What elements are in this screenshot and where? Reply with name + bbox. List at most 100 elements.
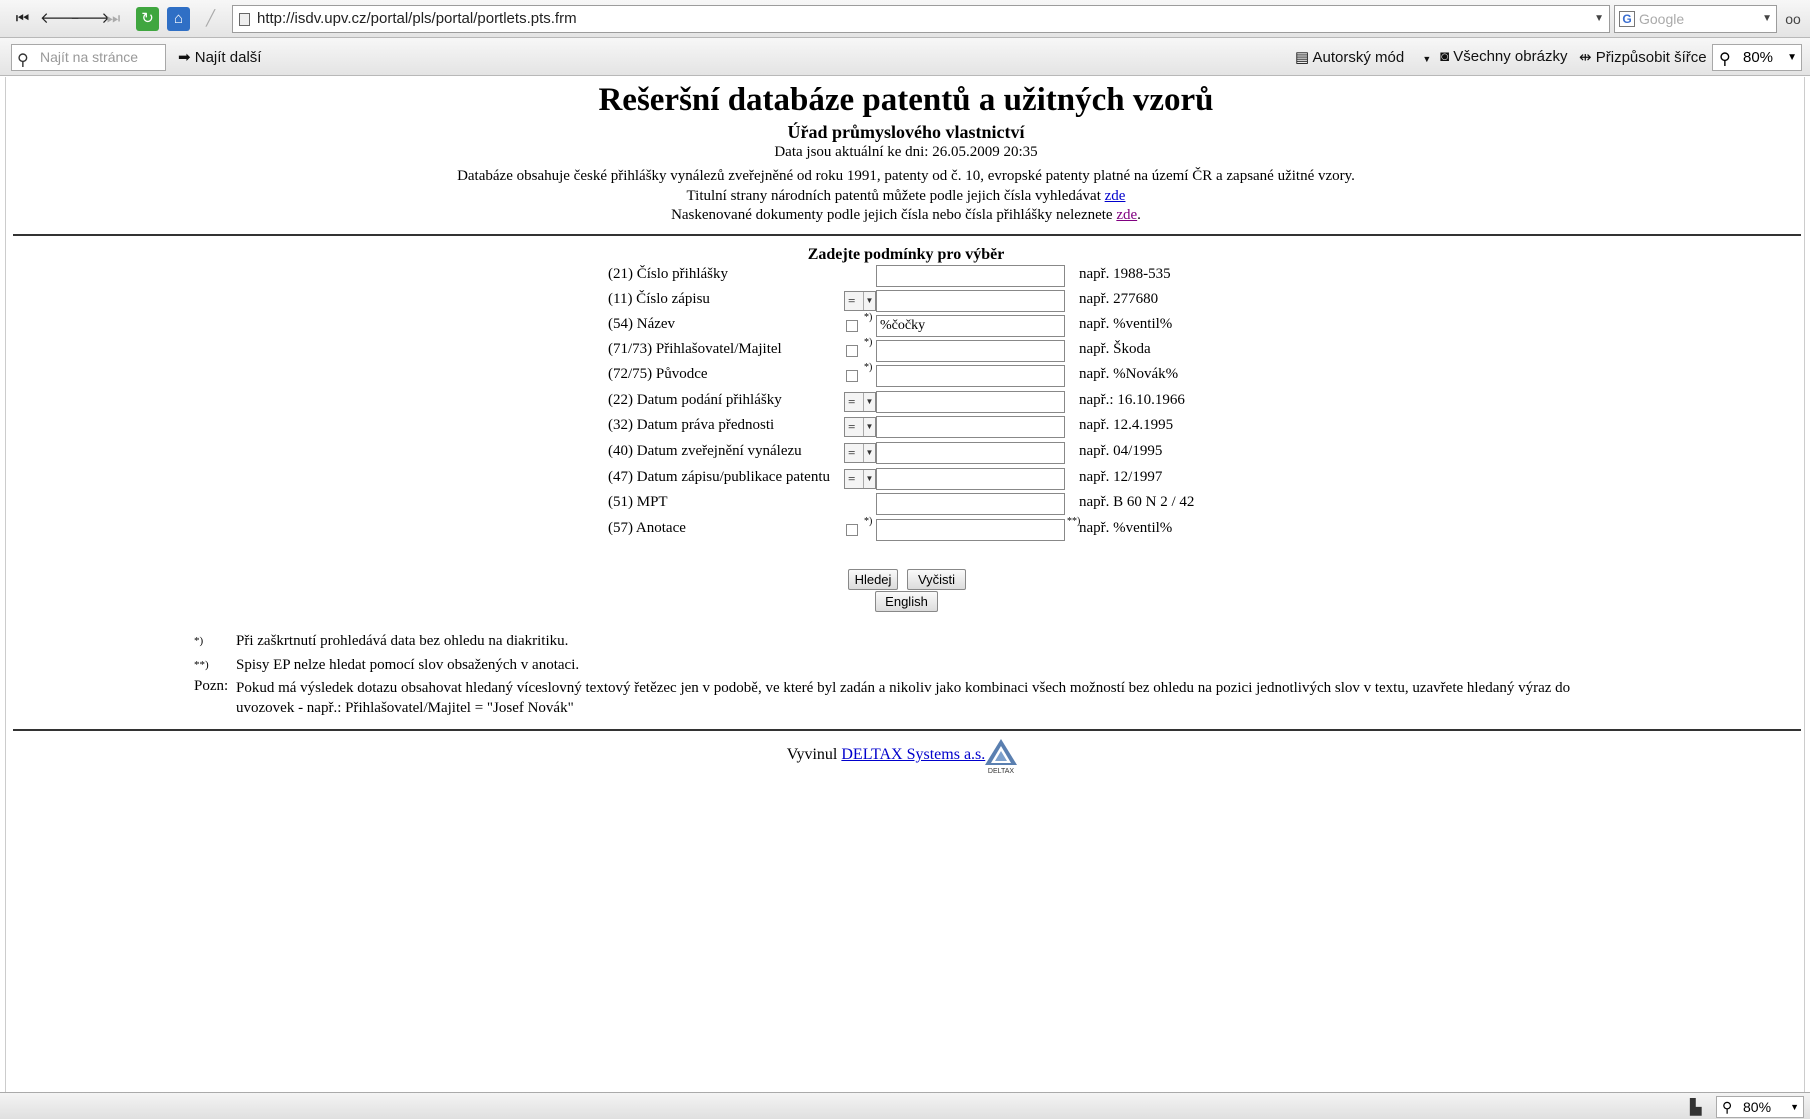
chevron-down-icon[interactable]: ▼ — [1422, 54, 1431, 64]
find-placeholder: Najít na stránce — [40, 49, 139, 65]
example-text: např. %ventil% — [1079, 316, 1173, 332]
example-text: např. 12/1997 — [1079, 469, 1163, 485]
label-application-number: (21) Číslo přihlášky — [608, 266, 728, 282]
example-text: např. %Novák% — [1079, 366, 1179, 382]
diacritics-checkbox[interactable] — [846, 524, 858, 536]
label-priority-date: (32) Datum práva přednosti — [608, 417, 775, 433]
example-text: např. 1988-535 — [1079, 266, 1171, 282]
originator-input[interactable] — [876, 365, 1065, 387]
operator-value: = — [848, 293, 856, 308]
find-next-button[interactable]: ➡ Najít další — [178, 48, 261, 66]
document-icon: ▤ — [1295, 49, 1310, 66]
mark-single: *) — [864, 337, 873, 348]
reload-icon[interactable]: ↻ — [136, 7, 159, 31]
example-text: např. 12.4.1995 — [1079, 417, 1174, 433]
page-subtitle: Úřad průmyslového vlastnictví — [787, 122, 1025, 142]
registration-date-input[interactable] — [876, 468, 1065, 490]
find-input[interactable]: ⚲ Najít na stránce — [11, 44, 166, 71]
author-mode-button[interactable]: ▤ Autorský mód ▼ — [1295, 48, 1431, 66]
status-zoom-select[interactable]: ⚲ 80% ▼ — [1716, 1096, 1804, 1118]
find-next-label: Najít další — [194, 49, 262, 66]
find-toolbar: ⚲ Najít na stránce ➡ Najít další ▤ Autor… — [0, 38, 1810, 76]
note-quotes: Pokud má výsledek dotazu obsahovat hleda… — [236, 680, 1571, 716]
example-text: např.: 16.10.1966 — [1079, 392, 1185, 408]
fit-width-icon: ⇹ — [1579, 49, 1592, 66]
label-registration-date: (47) Datum zápisu/publikace patentu — [608, 469, 831, 485]
all-images-button[interactable]: ◙ Všechny obrázky — [1440, 48, 1567, 65]
label-publication-date: (40) Datum zveřejnění vynálezu — [608, 443, 802, 459]
operator-select[interactable]: = ▼ — [844, 443, 876, 463]
diacritics-checkbox[interactable] — [846, 320, 858, 332]
operator-select[interactable]: = ▼ — [844, 392, 876, 412]
filing-date-input[interactable] — [876, 391, 1065, 413]
zoom-icon: ⚲ — [1719, 51, 1731, 68]
applicant-input[interactable] — [876, 340, 1065, 362]
address-bar[interactable]: http://isdv.upv.cz/portal/pls/portal/por… — [232, 5, 1610, 33]
registration-number-input[interactable] — [876, 290, 1065, 312]
footer: Vyvinul DELTAX Systems a.s. — [6, 746, 1806, 764]
national-patents-text: Titulní strany národních patentů můžete … — [686, 188, 1105, 204]
fit-width-button[interactable]: ⇹ Přizpůsobit šířce — [1579, 48, 1707, 66]
chevron-down-icon[interactable]: ▼ — [1787, 45, 1797, 70]
all-images-label: Všechny obrázky — [1453, 48, 1568, 65]
chevron-down-icon: ▼ — [863, 292, 875, 310]
label-annotation: (57) Anotace — [608, 520, 686, 536]
national-patents-link[interactable]: zde — [1105, 188, 1126, 204]
forward-icon[interactable]: 🡒 — [70, 7, 110, 31]
mark-single: *) — [864, 362, 873, 373]
title-input[interactable]: %čočky — [876, 315, 1065, 337]
deltax-link[interactable]: DELTAX Systems a.s. — [841, 746, 985, 763]
search-button[interactable]: Hledej — [848, 569, 898, 590]
chevron-down-icon: ▼ — [863, 470, 875, 488]
status-zoom-value: 80% — [1743, 1099, 1772, 1115]
clear-button[interactable]: Vyčisti — [907, 569, 966, 590]
back-icon[interactable]: 🡐 — [40, 7, 80, 31]
footer-text: Vyvinul — [786, 746, 842, 763]
google-icon: G — [1619, 11, 1635, 27]
english-button[interactable]: English — [875, 591, 938, 612]
annotation-input[interactable] — [876, 519, 1065, 541]
chevron-down-icon[interactable]: ▼ — [1790, 1097, 1799, 1117]
scanned-docs-text: Naskenované dokumenty podle jejich čísla… — [671, 207, 1117, 223]
search-icon: ⚲ — [17, 52, 29, 69]
first-page-icon[interactable]: ⏮ — [10, 7, 35, 31]
chevron-down-icon[interactable]: ▼ — [1594, 6, 1604, 32]
edit-icon[interactable]: ╱ — [198, 7, 223, 31]
scanned-docs-link[interactable]: zde — [1116, 207, 1137, 223]
note-symbol: *) — [194, 635, 204, 647]
zoom-select[interactable]: ⚲ 80% ▼ — [1712, 44, 1802, 71]
mpt-input[interactable] — [876, 493, 1065, 515]
glasses-icon[interactable]: oo — [1780, 7, 1806, 31]
application-number-input[interactable] — [876, 265, 1065, 287]
form-heading: Zadejte podmínky pro výběr — [807, 246, 1005, 263]
chevron-down-icon[interactable]: ▼ — [1762, 6, 1772, 32]
page-title: Rešeršní databáze patentů a užitných vzo… — [598, 82, 1214, 118]
browser-toolbar: ⏮ 🡐 🡒 ⏭ ↻ ⌂ ╱ http://isdv.upv.cz/portal/… — [0, 0, 1810, 38]
printer-icon[interactable]: ▙ — [1690, 1098, 1702, 1116]
priority-date-input[interactable] — [876, 416, 1065, 438]
chevron-down-icon: ▼ — [863, 418, 875, 436]
search-engine-box[interactable]: G Google ▼ — [1614, 5, 1777, 33]
diacritics-checkbox[interactable] — [846, 370, 858, 382]
example-text: např. %ventil% — [1079, 520, 1173, 536]
url-text: http://isdv.upv.cz/portal/pls/portal/por… — [257, 10, 577, 27]
home-icon[interactable]: ⌂ — [167, 7, 190, 31]
status-bar: ▙ ⚲ 80% ▼ — [0, 1092, 1810, 1119]
operator-value: = — [848, 394, 856, 409]
operator-select[interactable]: = ▼ — [844, 417, 876, 437]
diacritics-checkbox[interactable] — [846, 345, 858, 357]
page-content: Rešeršní databáze patentů a užitných vzo… — [5, 77, 1805, 1092]
mark-single: *) — [864, 312, 873, 323]
example-text: např. 277680 — [1079, 291, 1159, 307]
deltax-logo[interactable]: DELTAX — [983, 737, 1019, 775]
national-patents-line: Titulní strany národních patentů můžete … — [6, 188, 1806, 205]
arrow-right-icon: ➡ — [178, 49, 191, 66]
example-text: např. 04/1995 — [1079, 443, 1163, 459]
operator-select[interactable]: = ▼ — [844, 291, 876, 311]
operator-value: = — [848, 445, 856, 460]
operator-select[interactable]: = ▼ — [844, 469, 876, 489]
mark-single: *) — [864, 516, 873, 527]
publication-date-input[interactable] — [876, 442, 1065, 464]
scanned-docs-end: . — [1137, 207, 1141, 223]
fast-forward-icon[interactable]: ⏭ — [101, 7, 126, 31]
